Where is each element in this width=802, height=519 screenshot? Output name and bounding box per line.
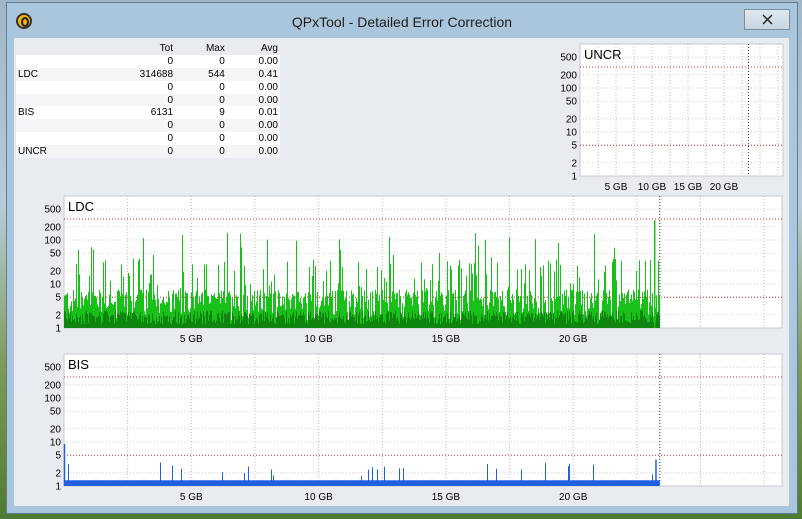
plot-area	[63, 353, 783, 487]
stats-row: 0 0 0.00	[16, 132, 280, 146]
stats-tot: 6131	[150, 107, 174, 119]
title-bar[interactable]: QPxTool - Detailed Error Correction	[7, 3, 797, 39]
stats-max: 0	[219, 146, 225, 158]
x-tick-label: 15 GB	[674, 182, 703, 193]
stats-row: LDC 314688 544 0.41	[16, 67, 280, 81]
y-tick-label: 500	[560, 53, 577, 64]
x-tick-label: 5 GB	[180, 492, 203, 503]
stats-label: BIS	[18, 107, 35, 119]
stats-label: UNCR	[18, 146, 47, 158]
y-tick-label: 2	[55, 310, 61, 321]
y-tick-label: 200	[560, 70, 577, 81]
y-tick-label: 10	[566, 128, 578, 139]
stats-max: 544	[208, 68, 225, 80]
close-button[interactable]	[744, 9, 790, 30]
stats-row: 0 0 0.00	[16, 54, 280, 68]
stats-tot: 0	[167, 94, 174, 106]
stats-row: UNCR 0 0 0.00	[16, 145, 280, 159]
stats-avg: 0.01	[258, 107, 278, 119]
y-tick-label: 5	[55, 451, 61, 462]
stats-max: 0	[219, 81, 225, 93]
y-tick-label: 10	[50, 280, 62, 291]
chart-title: UNCR	[584, 47, 622, 62]
stats-label: LDC	[18, 68, 39, 80]
chart-title: BIS	[68, 357, 89, 372]
y-tick-label: 20	[566, 114, 578, 125]
stats-label	[16, 94, 90, 107]
stats-row: BIS 6131 9 0.01	[16, 106, 280, 120]
stats-header-label	[16, 42, 90, 55]
y-tick-label: 20	[50, 266, 62, 277]
x-tick-label: 20 GB	[559, 334, 588, 345]
chart-title: LDC	[68, 199, 94, 214]
ldc-chart: 5002001005020105215 GB 10 GB 15 GB 20 GBLDC	[44, 195, 783, 345]
y-tick-label: 10	[50, 438, 62, 449]
stats-header-avg: Avg	[260, 42, 278, 54]
stats-header-max: Max	[205, 42, 225, 54]
x-tick-label: 5 GB	[605, 182, 628, 193]
stats-tot: 0	[167, 133, 174, 145]
stats-avg: 0.00	[258, 133, 278, 145]
bis-chart: 5002001005020105215 GB 10 GB 15 GB 20 GBBIS	[44, 353, 783, 503]
stats-avg: 0.00	[258, 146, 278, 158]
stats-label	[16, 81, 90, 94]
stats-avg: 0.00	[258, 120, 278, 132]
x-tick-label: 5 GB	[180, 334, 203, 345]
y-tick-label: 50	[50, 249, 62, 260]
stats-max: 0	[219, 94, 225, 106]
stats-max: 9	[219, 107, 225, 119]
y-tick-label: 100	[44, 236, 61, 247]
y-tick-label: 200	[44, 380, 61, 391]
stats-row: 0 0 0.00	[16, 80, 280, 94]
stats-max: 0	[219, 133, 225, 145]
y-tick-label: 2	[55, 468, 61, 479]
x-tick-label: 10 GB	[638, 182, 667, 193]
stats-tot: 0	[167, 55, 174, 67]
y-tick-label: 1	[571, 172, 577, 183]
stats-row: 0 0 0.00	[16, 93, 280, 107]
uncr-chart: 5002001005020105215 GB 10 GB 15 GB 20 GBUNC…	[560, 43, 784, 193]
stats-max: 0	[219, 120, 225, 132]
y-tick-label: 100	[560, 84, 577, 95]
stats-label	[16, 132, 90, 145]
stats-label	[16, 119, 90, 132]
y-tick-label: 2	[571, 158, 577, 169]
stats-row: 0 0 0.00	[16, 119, 280, 133]
y-tick-label: 5	[55, 293, 61, 304]
x-tick-label: 20 GB	[559, 492, 588, 503]
y-tick-label: 1	[55, 482, 61, 493]
stats-avg: 0.00	[258, 94, 278, 106]
stats-avg: 0.00	[258, 81, 278, 93]
x-tick-label: 10 GB	[304, 334, 333, 345]
stats-avg: 0.00	[258, 55, 278, 67]
x-tick-label: 15 GB	[432, 492, 461, 503]
stats-tot: 0	[167, 146, 174, 158]
stats-label	[16, 55, 90, 68]
y-tick-label: 1	[55, 324, 61, 335]
x-tick-label: 10 GB	[304, 492, 333, 503]
y-tick-label: 50	[566, 97, 578, 108]
client-area: Tot Max Avg 0 0 0.00 LDC 314688 544 0.41 0 0 0.…	[14, 38, 789, 506]
y-tick-label: 500	[44, 205, 61, 216]
window-title: QPxTool - Detailed Error Correction	[291, 14, 513, 30]
stats-tot: 0	[167, 120, 174, 132]
stats-tot: 314688	[139, 68, 174, 80]
app-window: QPxTool - Detailed Error Correction Tot …	[6, 2, 798, 514]
y-tick-label: 100	[44, 394, 61, 405]
y-tick-label: 50	[50, 407, 62, 418]
y-tick-label: 500	[44, 363, 61, 374]
y-tick-label: 5	[571, 141, 577, 152]
x-tick-label: 20 GB	[710, 182, 739, 193]
stats-max: 0	[219, 55, 225, 67]
stats-header-tot: Tot	[159, 42, 174, 54]
stats-tot: 0	[167, 81, 174, 93]
x-tick-label: 15 GB	[432, 334, 461, 345]
stats-avg: 0.41	[258, 68, 278, 80]
y-tick-label: 20	[50, 424, 62, 435]
plot-area	[579, 43, 784, 177]
stats-table: Tot Max Avg 0 0 0.00 LDC 314688 544 0.41 0 0 0.…	[16, 42, 280, 159]
y-tick-label: 200	[44, 222, 61, 233]
close-icon	[762, 14, 773, 25]
